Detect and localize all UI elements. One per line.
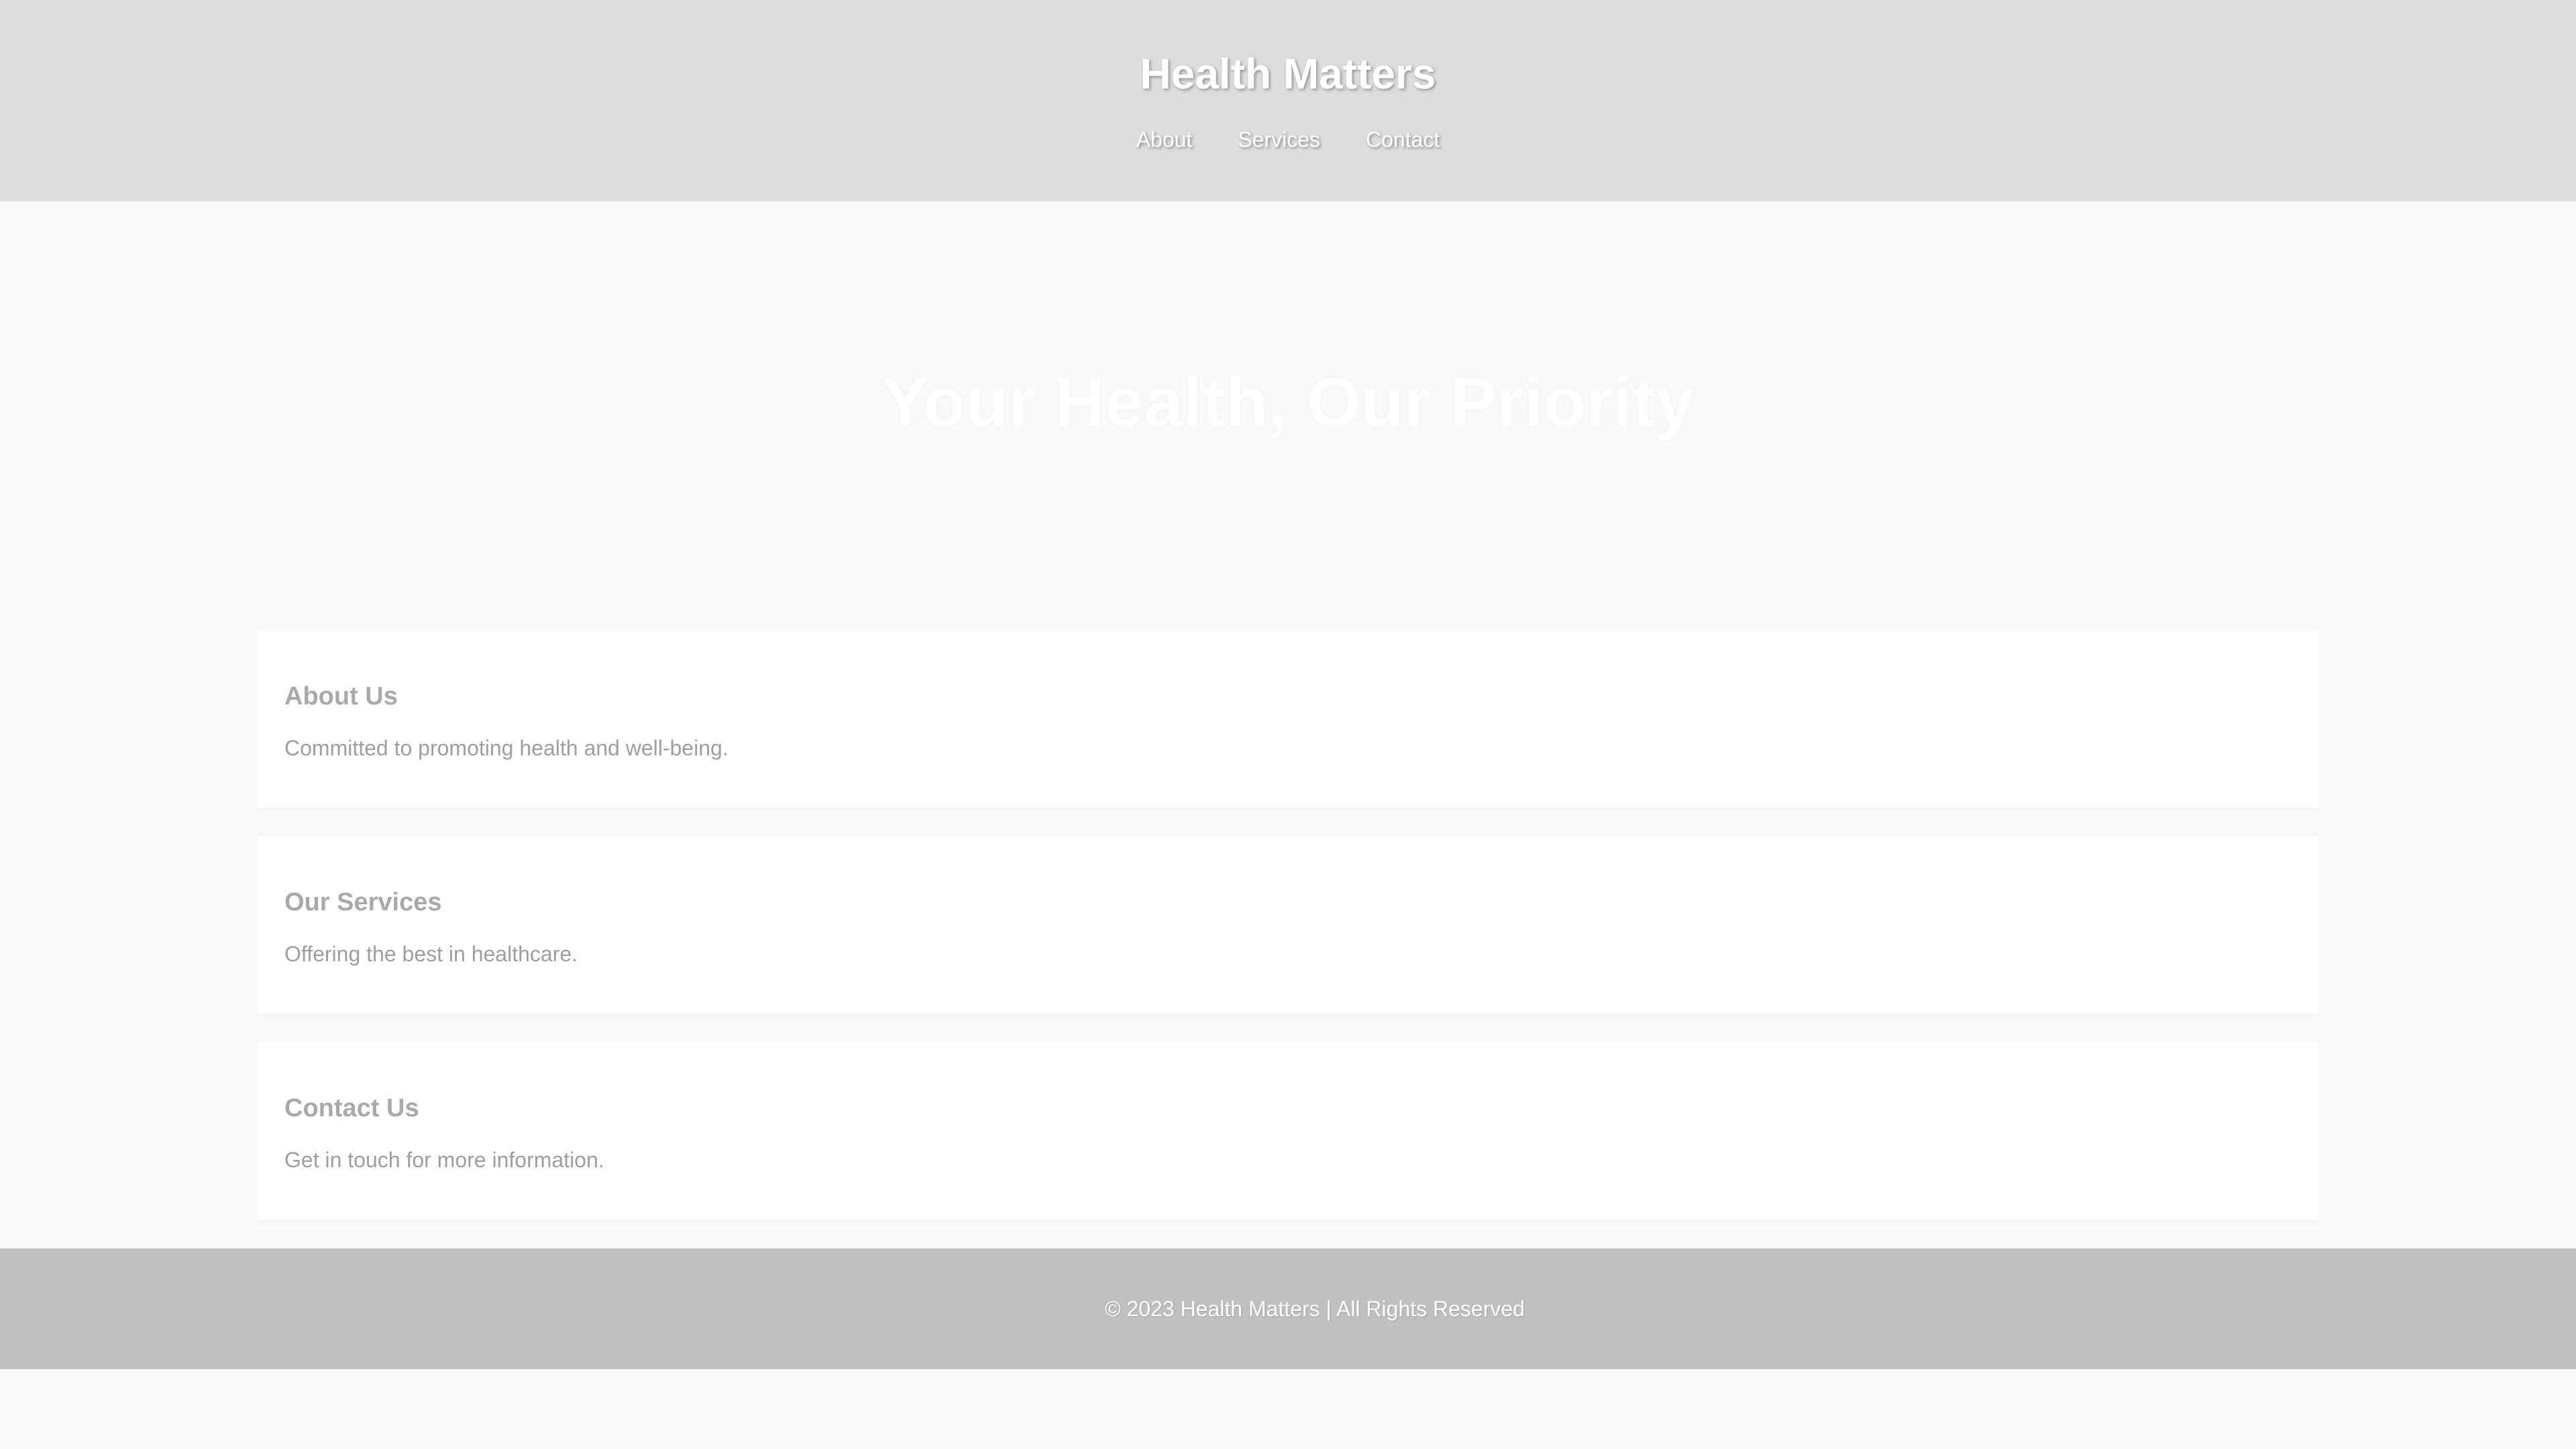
- nav-link-contact[interactable]: Contact: [1366, 125, 1440, 154]
- contact-section: Contact Us Get in touch for more informa…: [258, 1042, 2318, 1220]
- section-title: About Us: [284, 682, 398, 710]
- about-section: About Us Committed to promoting health a…: [258, 631, 2318, 808]
- site-header: Health Matters About Services Contact: [0, 0, 2576, 201]
- section-text: Committed to promoting health and well-b…: [284, 736, 729, 760]
- hero-section: Your Health, Our Priority: [0, 201, 2576, 604]
- section-title: Contact Us: [284, 1094, 419, 1122]
- site-title: Health Matters: [1140, 50, 1436, 98]
- hero-title: Your Health, Our Priority: [881, 364, 1695, 441]
- section-text: Offering the best in healthcare.: [284, 942, 578, 966]
- nav-link-about[interactable]: About: [1136, 125, 1193, 154]
- site-footer: © 2023 Health Matters | All Rights Reser…: [0, 1248, 2576, 1369]
- nav-link-services[interactable]: Services: [1238, 125, 1320, 154]
- services-section: Our Services Offering the best in health…: [258, 837, 2318, 1014]
- section-text: Get in touch for more information.: [284, 1148, 604, 1172]
- section-title: Our Services: [284, 888, 442, 916]
- footer-copyright: © 2023 Health Matters | All Rights Reser…: [1105, 1297, 1525, 1321]
- main-nav: About Services Contact: [0, 125, 2576, 154]
